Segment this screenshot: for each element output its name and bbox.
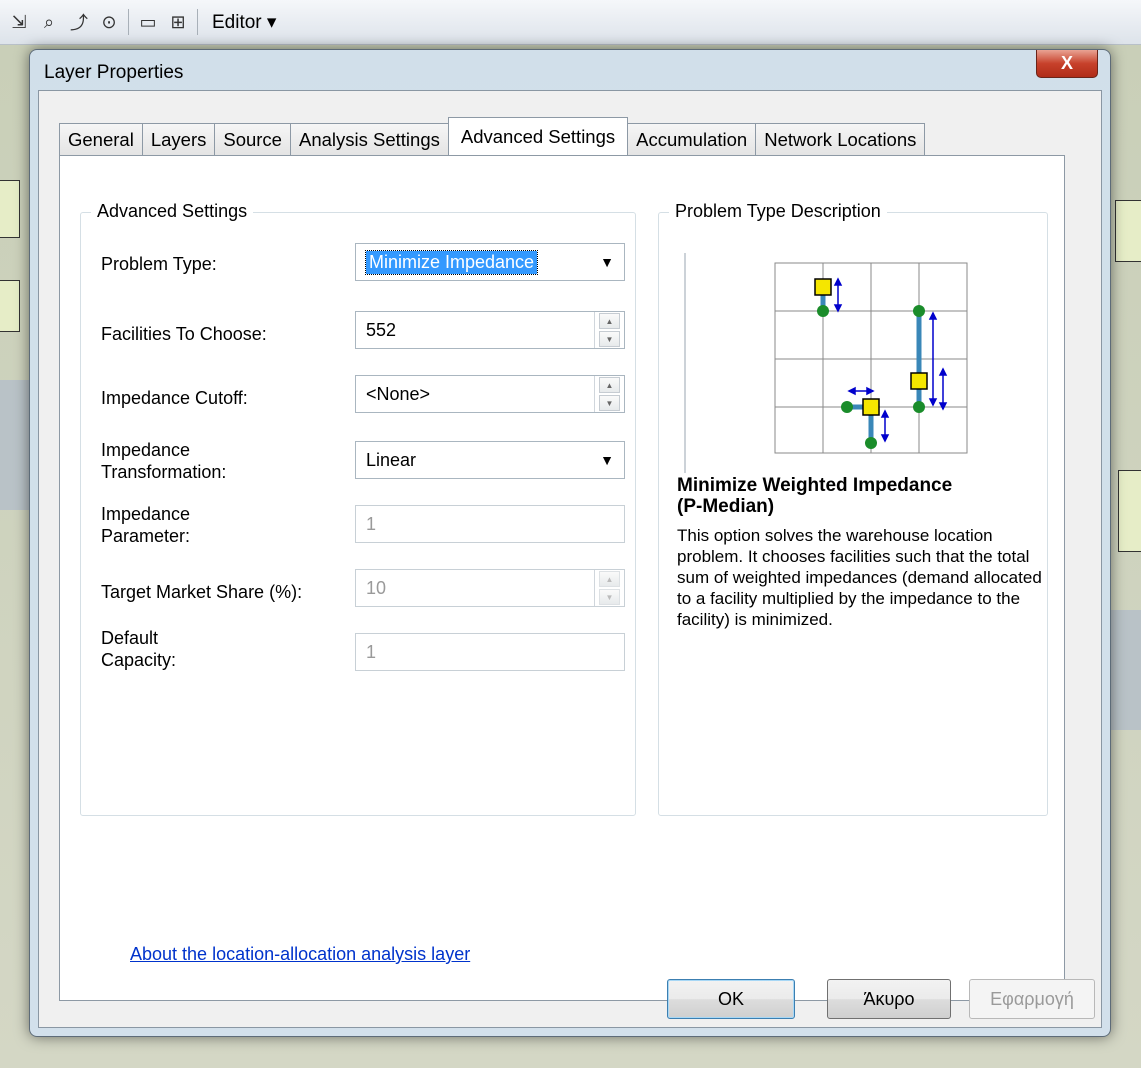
close-icon: X: [1060, 53, 1073, 73]
chevron-down-icon[interactable]: ▼: [600, 452, 614, 468]
p-median-diagram: [684, 253, 968, 473]
spin-down-icon: ▼: [599, 589, 620, 605]
tab-network-locations[interactable]: Network Locations: [755, 123, 926, 155]
demand-point: [865, 437, 877, 449]
problem-type-description-group: Problem Type Description Minimize Weight…: [658, 201, 1048, 816]
impedance-transformation-label-1: Impedance: [101, 440, 191, 460]
impedance-cutoff-value: <None>: [366, 383, 431, 404]
tab-accumulation[interactable]: Accumulation: [627, 123, 757, 155]
description-title-line-2: (P-Median): [677, 496, 775, 517]
advanced-settings-group: Advanced Settings Problem Type: Minimize…: [80, 201, 636, 816]
dialog-title: Layer Properties: [44, 62, 184, 83]
editor-menu[interactable]: Editor ▾: [212, 11, 276, 34]
market-share-spinner: ▲ ▼: [594, 570, 624, 606]
impedance-cutoff-label: Impedance Cutoff:: [101, 388, 248, 408]
facility-marker: [910, 372, 928, 390]
ok-button[interactable]: OK: [667, 979, 795, 1019]
demand-point: [913, 401, 925, 413]
problem-type-value: Minimize Impedance: [364, 249, 539, 275]
spin-up-icon[interactable]: ▲: [599, 313, 620, 329]
map-background-strip: [1111, 610, 1141, 730]
facilities-to-choose-label: Facilities To Choose:: [101, 324, 267, 344]
binoculars-icon[interactable]: ⌕: [38, 11, 60, 33]
zoom-to-icon[interactable]: ⇲: [8, 11, 30, 33]
app-toolbar: ⇲ ⌕ ⤴ ⊙ ▭ ⊞ Editor ▾: [0, 0, 1141, 45]
target-market-share-value: 10: [366, 577, 387, 598]
impedance-parameter-label-1: Impedance: [101, 504, 191, 524]
identify-icon[interactable]: ⊙: [98, 11, 120, 33]
default-capacity-label-2: Capacity:: [101, 650, 177, 670]
facility-marker: [814, 278, 832, 296]
find-route-icon[interactable]: ⤴: [68, 11, 90, 33]
demand-point: [841, 401, 853, 413]
impedance-transformation-combo[interactable]: Linear ▼: [355, 441, 625, 479]
facility-marker: [862, 398, 880, 416]
default-capacity-label-1: Default: [101, 628, 159, 648]
impedance-transformation-value: Linear: [366, 449, 417, 470]
spin-up-icon: ▲: [599, 571, 620, 587]
impedance-parameter-value: 1: [366, 513, 377, 534]
map-polygon: [0, 280, 20, 332]
tab-analysis-settings[interactable]: Analysis Settings: [289, 123, 449, 155]
demand-point: [913, 305, 925, 317]
spin-down-icon[interactable]: ▼: [599, 331, 620, 347]
impedance-cutoff-input[interactable]: <None> ▲ ▼: [355, 375, 625, 413]
chevron-down-icon[interactable]: ▼: [600, 254, 614, 270]
tab-source[interactable]: Source: [214, 123, 291, 155]
apply-button: Εφαρμογή: [969, 979, 1095, 1019]
spin-down-icon[interactable]: ▼: [599, 395, 620, 411]
about-location-allocation-link[interactable]: About the location-allocation analysis l…: [130, 944, 470, 965]
spin-up-icon[interactable]: ▲: [599, 377, 620, 393]
impedance-parameter-label-2: Parameter:: [101, 526, 191, 546]
facilities-to-choose-value: 552: [366, 319, 397, 340]
map-polygon: [1118, 470, 1141, 552]
toolbar-separator: [197, 9, 198, 35]
impedance-arrows: [833, 277, 948, 443]
default-capacity-input: 1: [355, 633, 625, 671]
description-title: Minimize Weighted Impedance (P-Median): [677, 475, 1037, 517]
problem-type-combo[interactable]: Minimize Impedance ▼: [355, 243, 625, 281]
cutoff-spinner[interactable]: ▲ ▼: [594, 376, 624, 412]
group-title: Problem Type Description: [669, 201, 887, 222]
target-market-share-label: Target Market Share (%):: [101, 582, 303, 602]
map-polygon: [0, 180, 20, 238]
target-market-share-input: 10 ▲ ▼: [355, 569, 625, 607]
facilities-to-choose-input[interactable]: 552 ▲ ▼: [355, 311, 625, 349]
cancel-button[interactable]: Άκυρο: [827, 979, 951, 1019]
demand-point: [817, 305, 829, 317]
description-title-line-1: Minimize Weighted Impedance: [677, 475, 953, 496]
tab-strip: General Layers Source Analysis Settings …: [59, 117, 926, 155]
impedance-parameter-input: 1: [355, 505, 625, 543]
group-title: Advanced Settings: [91, 201, 254, 222]
map-background-strip: [0, 380, 29, 510]
map-polygon: [1115, 200, 1141, 262]
impedance-transformation-label-2: Transformation:: [101, 462, 227, 482]
data-frame-icon[interactable]: ⊞: [167, 11, 189, 33]
close-button[interactable]: X: [1036, 50, 1098, 78]
toolbar-separator: [128, 9, 129, 35]
layout-view-icon[interactable]: ▭: [137, 11, 159, 33]
tab-layers[interactable]: Layers: [141, 123, 216, 155]
advanced-settings-panel: Advanced Settings Problem Type: Minimize…: [59, 155, 1065, 1001]
description-body: This option solves the warehouse locatio…: [677, 526, 1042, 629]
facilities-spinner[interactable]: ▲ ▼: [594, 312, 624, 348]
layer-properties-dialog: Layer Properties X General Layers Source…: [29, 49, 1111, 1037]
default-capacity-value: 1: [366, 641, 377, 662]
problem-type-label: Problem Type:: [101, 254, 217, 274]
dialog-client-area: General Layers Source Analysis Settings …: [38, 90, 1102, 1028]
tab-advanced-settings[interactable]: Advanced Settings: [447, 117, 629, 155]
tab-general[interactable]: General: [59, 123, 143, 155]
